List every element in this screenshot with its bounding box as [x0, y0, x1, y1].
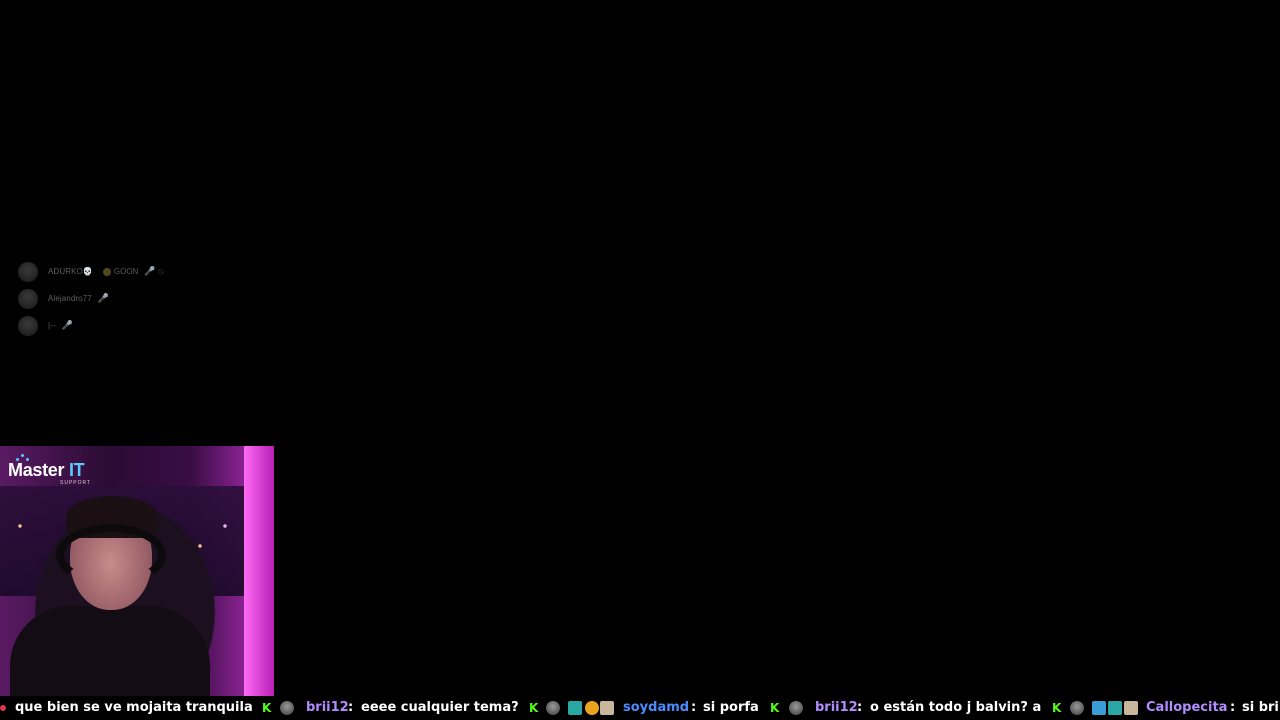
member-name: Alejandro77: [48, 294, 92, 303]
headset-icon: [56, 524, 166, 586]
streamer: [10, 496, 210, 696]
badge-icon: [1092, 701, 1106, 715]
member-name: ADURKO💀: [48, 267, 93, 276]
chat-message-text: que bien se ve mojaita tranquila: [15, 700, 253, 715]
chat-username: brii12: [306, 700, 349, 715]
avatar-icon: [789, 701, 803, 715]
live-dot-icon: [0, 705, 6, 711]
stream-logo: Master IT: [8, 460, 85, 480]
chat-separator: :: [691, 700, 697, 715]
member-avatar: [18, 288, 38, 309]
webcam-feed: Master IT SUPPORT: [0, 446, 274, 696]
chat-message-text: si bri: [1242, 700, 1279, 715]
badge-icon: [568, 701, 582, 715]
chat-message-text: si porfa: [703, 700, 759, 715]
kick-icon: K: [262, 701, 272, 715]
voice-member: |-- 🎤: [18, 312, 188, 339]
kick-icon: K: [1052, 701, 1062, 715]
stream-logo-subtitle: SUPPORT: [60, 480, 92, 486]
badge-icon: [585, 701, 599, 715]
member-avatar: [18, 315, 38, 336]
chat-separator: :: [1230, 700, 1236, 715]
chat-username: soydamd: [623, 700, 690, 715]
avatar-icon: [280, 701, 294, 715]
kick-icon: K: [770, 701, 780, 715]
smile-icon: [102, 267, 111, 276]
chat-ticker: que bien se ve mojaita tranquila K brii1…: [0, 696, 1280, 720]
avatar-icon: [1070, 701, 1084, 715]
member-name: |--: [48, 321, 56, 330]
chat-separator: :: [348, 700, 354, 715]
chat-separator: :: [857, 700, 863, 715]
chat-message-text: eeee cualquier tema?: [361, 700, 519, 715]
badge-icon: [1108, 701, 1122, 715]
member-status-icons: 🎤: [97, 293, 110, 303]
voice-member: Alejandro77 🎤: [18, 285, 188, 312]
voice-channel-overlay: ADURKO💀 GOON 🎤 ⦸ Alejandro77 🎤 |-- 🎤: [18, 258, 188, 339]
member-avatar: [18, 261, 38, 282]
chat-username: brii12: [815, 700, 858, 715]
streamer-body: [10, 606, 210, 696]
member-status-icons: 🎤: [61, 320, 73, 330]
badge-icon: [1124, 701, 1138, 715]
voice-member: ADURKO💀 GOON 🎤 ⦸: [18, 258, 188, 285]
kick-icon: K: [529, 701, 539, 715]
window-frame: [244, 446, 274, 696]
chat-username: Callopecita: [1146, 700, 1228, 715]
avatar-icon: [546, 701, 560, 715]
member-status-icons: 🎤 ⦸: [144, 266, 164, 276]
badge-icon: [600, 701, 614, 715]
chat-message-text: o están todo j balvin? a: [870, 700, 1042, 715]
member-tag: GOON: [102, 267, 138, 276]
